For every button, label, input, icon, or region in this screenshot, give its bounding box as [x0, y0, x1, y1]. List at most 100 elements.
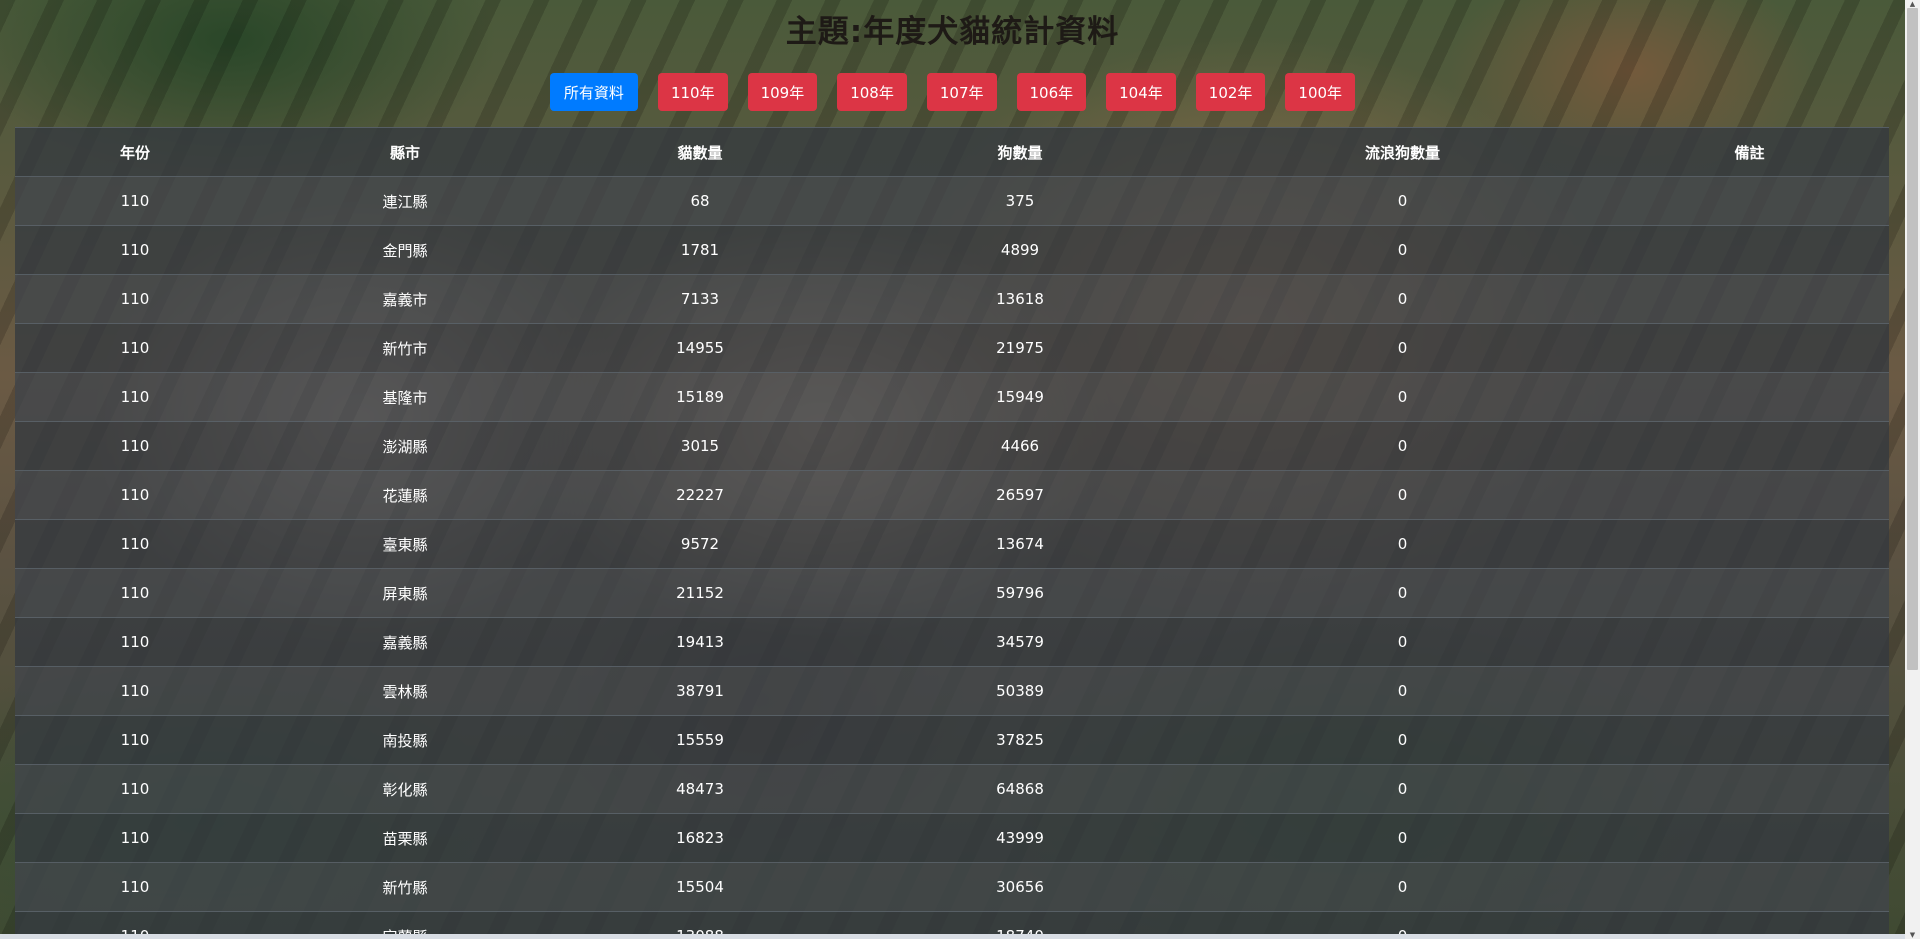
- cell-dog-count: 50389: [845, 666, 1195, 716]
- cell-city: 新竹市: [255, 323, 555, 373]
- cell-note: [1610, 813, 1889, 863]
- cell-dog-count: 21975: [845, 323, 1195, 373]
- cell-city: 新竹縣: [255, 862, 555, 912]
- cell-dog-count: 4466: [845, 421, 1195, 471]
- cell-stray-dog-count: 0: [1195, 274, 1610, 324]
- cell-note: [1610, 470, 1889, 520]
- cell-note: [1610, 225, 1889, 275]
- cell-city: 南投縣: [255, 715, 555, 765]
- cell-dog-count: 64868: [845, 764, 1195, 814]
- table-row: 110 新竹縣 15504 30656 0: [15, 862, 1889, 912]
- year-filter-bar: 所有資料 110年 109年 108年 107年 106年 104年 102年 100年: [0, 73, 1905, 111]
- cell-city: 臺東縣: [255, 519, 555, 569]
- cell-cat-count: 21152: [555, 568, 845, 618]
- cell-stray-dog-count: 0: [1195, 323, 1610, 373]
- cell-cat-count: 22227: [555, 470, 845, 520]
- cell-city: 屏東縣: [255, 568, 555, 618]
- filter-year-button[interactable]: 110年: [657, 73, 728, 111]
- cell-stray-dog-count: 0: [1195, 666, 1610, 716]
- cell-year: 110: [15, 666, 255, 716]
- cell-stray-dog-count: 0: [1195, 176, 1610, 226]
- header-dog-count: 狗數量: [845, 127, 1195, 177]
- cell-note: [1610, 519, 1889, 569]
- filter-year-button[interactable]: 100年: [1285, 73, 1356, 111]
- cell-note: [1610, 323, 1889, 373]
- table-header-row: 年份 縣市 貓數量 狗數量 流浪狗數量 備註: [15, 127, 1889, 177]
- cell-stray-dog-count: 0: [1195, 715, 1610, 765]
- filter-year-button[interactable]: 109年: [747, 73, 818, 111]
- cell-cat-count: 19413: [555, 617, 845, 667]
- filter-year-button[interactable]: 108年: [837, 73, 907, 111]
- cell-dog-count: 26597: [845, 470, 1195, 520]
- cell-dog-count: 375: [845, 176, 1195, 226]
- cell-city: 苗栗縣: [255, 813, 555, 863]
- scrollbar-thumb[interactable]: [1907, 8, 1918, 670]
- cell-city: 連江縣: [255, 176, 555, 226]
- table-row: 110 南投縣 15559 37825 0: [15, 715, 1889, 765]
- cell-stray-dog-count: 0: [1195, 421, 1610, 471]
- cell-stray-dog-count: 0: [1195, 617, 1610, 667]
- cell-year: 110: [15, 568, 255, 618]
- cell-cat-count: 48473: [555, 764, 845, 814]
- table-row: 110 新竹市 14955 21975 0: [15, 323, 1889, 373]
- cell-dog-count: 34579: [845, 617, 1195, 667]
- cell-dog-count: 37825: [845, 715, 1195, 765]
- scroll-up-icon[interactable]: ▲: [1905, 0, 1920, 8]
- header-stray-dog-count: 流浪狗數量: [1195, 127, 1610, 177]
- cell-city: 澎湖縣: [255, 421, 555, 471]
- table-row: 110 屏東縣 21152 59796 0: [15, 568, 1889, 618]
- cell-stray-dog-count: 0: [1195, 372, 1610, 422]
- cell-year: 110: [15, 225, 255, 275]
- cell-year: 110: [15, 813, 255, 863]
- cell-year: 110: [15, 176, 255, 226]
- cell-note: [1610, 372, 1889, 422]
- cell-note: [1610, 764, 1889, 814]
- table-body: 110 連江縣 68 375 0 110 金門縣 1781 4899 0 110 嘉義市 7133 136…: [15, 176, 1889, 939]
- filter-all-button[interactable]: 所有資料: [549, 73, 638, 111]
- page-title: 主題:年度犬貓統計資料: [785, 14, 1120, 50]
- cell-dog-count: 13674: [845, 519, 1195, 569]
- filter-year-button[interactable]: 102年: [1195, 73, 1266, 111]
- filter-year-button[interactable]: 107年: [926, 73, 997, 111]
- cell-city: 金門縣: [255, 225, 555, 275]
- table-row: 110 基隆市 15189 15949 0: [15, 372, 1889, 422]
- cell-city: 花蓮縣: [255, 470, 555, 520]
- cell-cat-count: 15504: [555, 862, 845, 912]
- cell-stray-dog-count: 0: [1195, 764, 1610, 814]
- cell-stray-dog-count: 0: [1195, 813, 1610, 863]
- cell-year: 110: [15, 372, 255, 422]
- stats-table: 年份 縣市 貓數量 狗數量 流浪狗數量 備註 110 連江縣 68 375 0 110 金門…: [15, 127, 1889, 939]
- cell-year: 110: [15, 274, 255, 324]
- filter-year-button[interactable]: 106年: [1016, 73, 1087, 111]
- header-year: 年份: [15, 127, 255, 177]
- table-row: 110 嘉義縣 19413 34579 0: [15, 617, 1889, 667]
- cell-note: [1610, 176, 1889, 226]
- cell-stray-dog-count: 0: [1195, 225, 1610, 275]
- table-row: 110 雲林縣 38791 50389 0: [15, 666, 1889, 716]
- cell-year: 110: [15, 617, 255, 667]
- scroll-down-icon[interactable]: ▼: [1905, 931, 1920, 939]
- cell-city: 基隆市: [255, 372, 555, 422]
- cell-note: [1610, 715, 1889, 765]
- cell-year: 110: [15, 470, 255, 520]
- cell-dog-count: 4899: [845, 225, 1195, 275]
- data-table-container: 年份 縣市 貓數量 狗數量 流浪狗數量 備註 110 連江縣 68 375 0 110 金門…: [15, 127, 1889, 939]
- cell-stray-dog-count: 0: [1195, 470, 1610, 520]
- cell-year: 110: [15, 715, 255, 765]
- cell-year: 110: [15, 323, 255, 373]
- cell-cat-count: 3015: [555, 421, 845, 471]
- cell-year: 110: [15, 764, 255, 814]
- cell-city: 嘉義縣: [255, 617, 555, 667]
- header-cat-count: 貓數量: [555, 127, 845, 177]
- cell-city: 雲林縣: [255, 666, 555, 716]
- table-row: 110 花蓮縣 22227 26597 0: [15, 470, 1889, 520]
- cell-cat-count: 68: [555, 176, 845, 226]
- table-row: 110 臺東縣 9572 13674 0: [15, 519, 1889, 569]
- cell-dog-count: 13618: [845, 274, 1195, 324]
- filter-year-button[interactable]: 104年: [1106, 73, 1176, 111]
- table-row: 110 連江縣 68 375 0: [15, 176, 1889, 226]
- cell-note: [1610, 568, 1889, 618]
- header-city: 縣市: [255, 127, 555, 177]
- page-scrollbar[interactable]: ▲ ▼: [1905, 0, 1920, 939]
- cell-year: 110: [15, 862, 255, 912]
